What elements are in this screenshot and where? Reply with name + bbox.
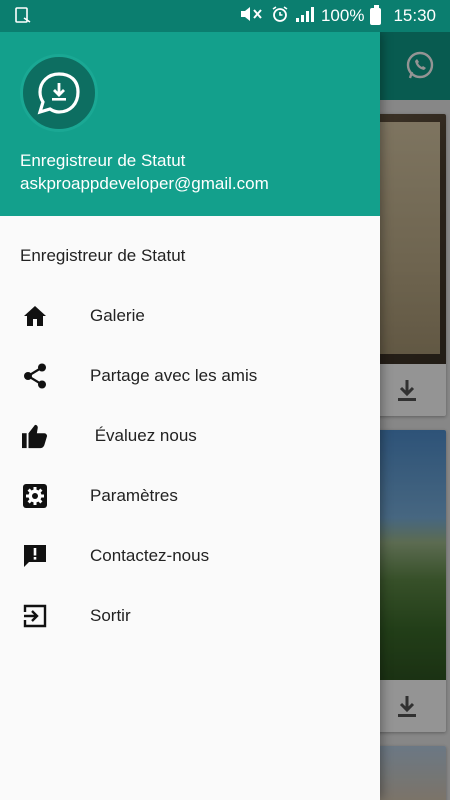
drawer-header: Enregistreur de Statut askproappdevelope… — [0, 32, 380, 216]
mute-icon — [239, 5, 265, 28]
menu-item-label: Partage avec les amis — [90, 366, 258, 385]
menu-item-label: Paramètres — [90, 486, 178, 505]
clock: 15:30 — [393, 6, 436, 25]
share-icon — [22, 363, 48, 389]
signal-icon — [295, 5, 315, 28]
download-bubble-icon — [20, 54, 98, 132]
status-bar: 100% 15:30 — [0, 0, 450, 32]
battery-icon — [370, 4, 382, 25]
settings-icon — [22, 483, 48, 509]
menu-item-exit[interactable]: Sortir — [0, 586, 380, 646]
section-title: Enregistreur de Statut — [20, 246, 186, 265]
menu-item-label: Contactez-nous — [90, 546, 210, 565]
menu-item-settings[interactable]: Paramètres — [0, 466, 380, 526]
menu-item-rate[interactable]: Évaluez nous — [0, 406, 380, 466]
menu-item-gallery[interactable]: Galerie — [0, 286, 380, 346]
exit-icon — [22, 603, 48, 629]
menu-item-label: Évaluez nous — [90, 426, 197, 445]
navigation-drawer: Enregistreur de Statut askproappdevelope… — [0, 32, 380, 800]
feedback-icon — [22, 543, 48, 569]
thumbs-up-icon — [22, 423, 48, 449]
drawer-menu: Galerie Partage avec les amis Évaluez no… — [0, 286, 380, 646]
menu-item-label: Sortir — [90, 606, 131, 625]
menu-item-contact[interactable]: Contactez-nous — [0, 526, 380, 586]
menu-item-label: Galerie — [90, 306, 145, 325]
home-icon — [22, 303, 48, 329]
screenshot-icon — [14, 6, 32, 29]
header-email: askproappdeveloper@gmail.com — [20, 174, 269, 193]
menu-item-share[interactable]: Partage avec les amis — [0, 346, 380, 406]
alarm-icon — [271, 5, 289, 28]
battery-percent: 100% — [320, 6, 365, 25]
header-app-name: Enregistreur de Statut — [20, 151, 186, 170]
